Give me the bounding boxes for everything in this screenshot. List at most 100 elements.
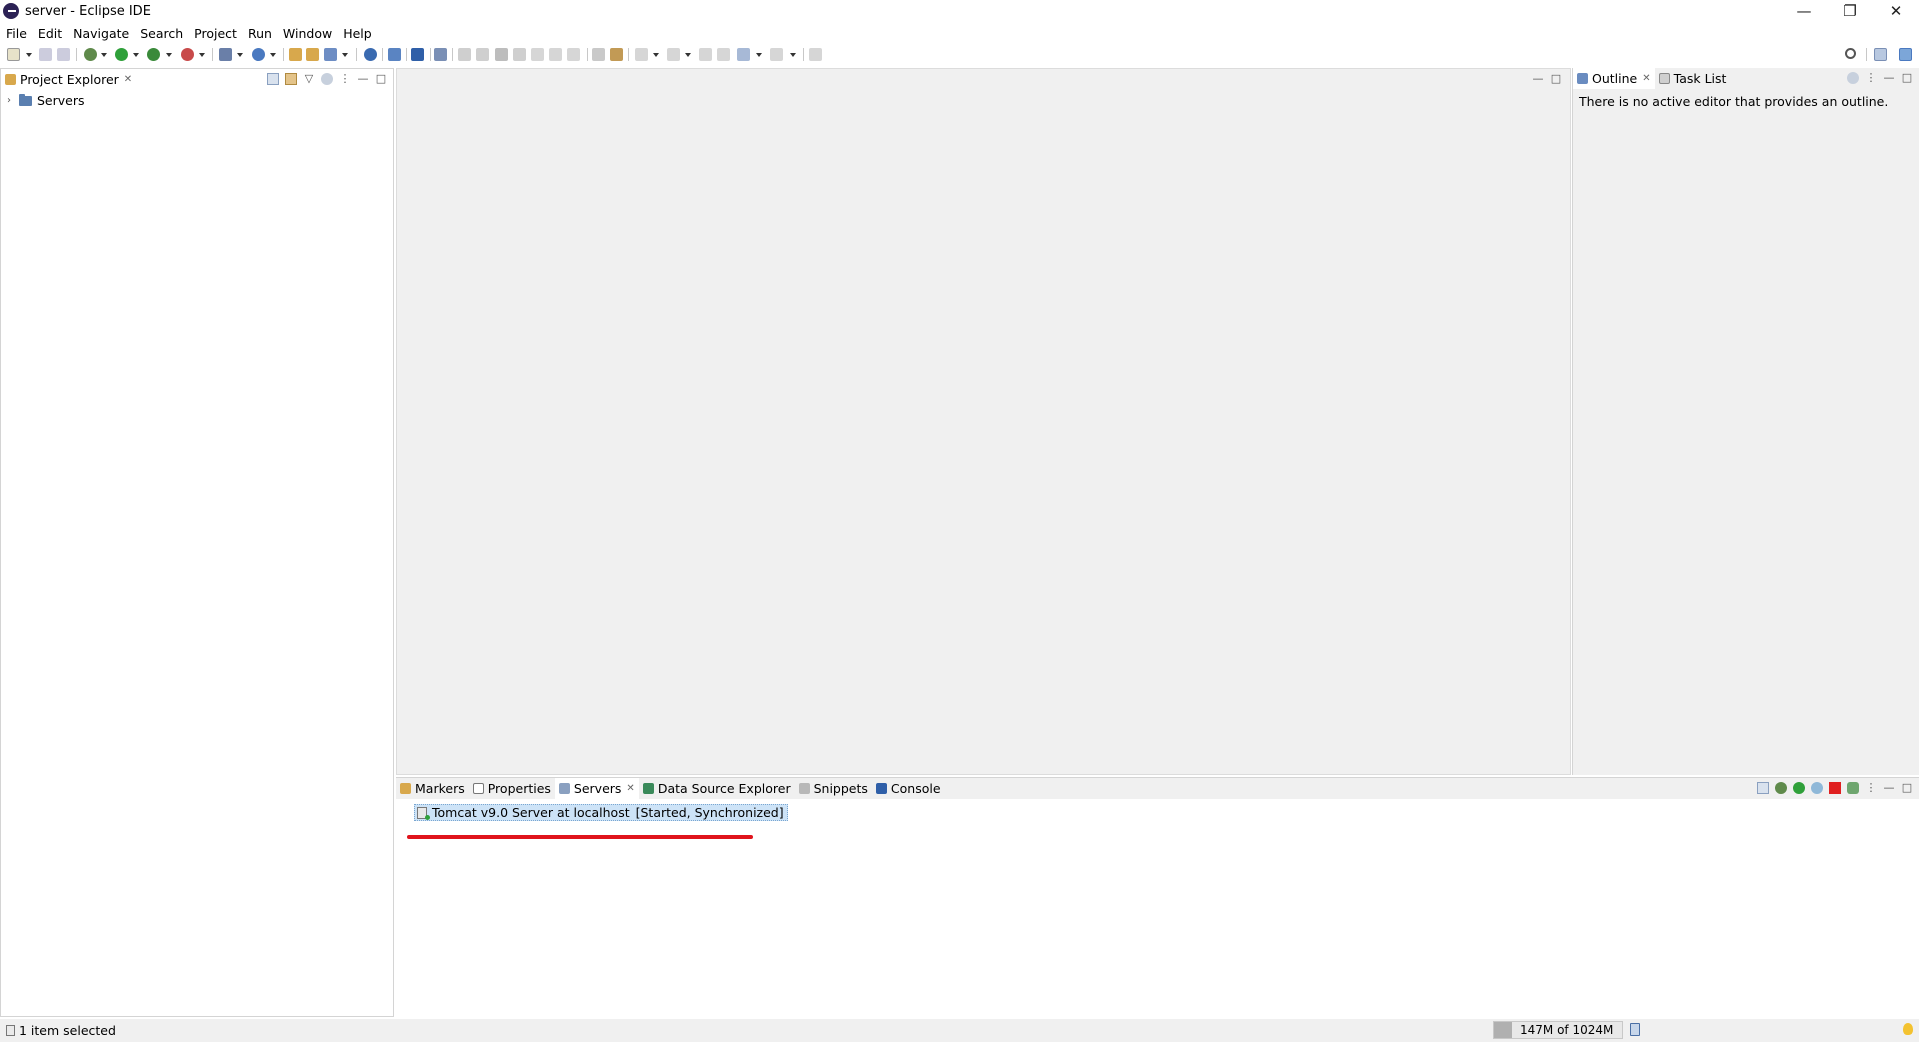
garbage-collect-icon[interactable] — [1630, 1023, 1640, 1036]
menu-run[interactable]: Run — [248, 26, 272, 41]
server-row-tomcat[interactable]: Tomcat v9.0 Server at localhost [Started… — [414, 804, 788, 821]
tab-task-list[interactable]: Task List — [1655, 68, 1731, 89]
suspend-icon[interactable] — [476, 48, 489, 61]
tab-markers[interactable]: Markers — [396, 778, 469, 799]
previous-annotation-dropdown-icon[interactable] — [685, 53, 691, 57]
disconnect-icon[interactable] — [513, 48, 526, 61]
external-tools-dropdown-icon[interactable] — [199, 53, 205, 57]
open-type-icon[interactable] — [289, 48, 302, 61]
new-dropdown-icon[interactable] — [26, 53, 32, 57]
menu-search[interactable]: Search — [140, 26, 183, 41]
step-into-icon[interactable] — [531, 48, 544, 61]
project-explorer-icon — [5, 74, 16, 85]
maximize-view-icon[interactable]: □ — [1901, 782, 1913, 794]
minimize-view-icon[interactable]: — — [357, 73, 369, 85]
collapse-all-icon[interactable] — [1757, 782, 1769, 794]
external-tools-icon[interactable] — [181, 48, 194, 61]
terminate-icon[interactable] — [495, 48, 508, 61]
toggle-mark-icon[interactable] — [610, 48, 623, 61]
next-annotation-dropdown-icon[interactable] — [653, 53, 659, 57]
menu-window[interactable]: Window — [283, 26, 332, 41]
view-menu-icon[interactable]: ⋮ — [339, 73, 351, 85]
link-with-editor-icon[interactable] — [285, 73, 297, 85]
forward-edit-icon[interactable] — [717, 48, 730, 61]
next-annotation-icon[interactable] — [635, 48, 648, 61]
minimize-button[interactable]: — — [1781, 0, 1827, 22]
tab-outline[interactable]: Outline ✕ — [1573, 68, 1655, 89]
tip-bulb-icon[interactable] — [1903, 1023, 1913, 1035]
view-menu-icon[interactable]: ⋮ — [1865, 72, 1877, 84]
start-server-icon[interactable] — [1793, 782, 1805, 794]
menu-file[interactable]: File — [6, 26, 27, 41]
coverage-dropdown-icon[interactable] — [166, 53, 172, 57]
pin-editor-icon[interactable] — [809, 48, 822, 61]
menu-edit[interactable]: Edit — [38, 26, 62, 41]
use-step-filters-icon[interactable] — [592, 48, 605, 61]
save-icon[interactable] — [39, 48, 52, 61]
collapse-all-icon[interactable] — [267, 73, 279, 85]
minimize-view-icon[interactable]: — — [1883, 782, 1895, 794]
filter-icon[interactable]: ▽ — [303, 73, 315, 85]
browser-icon[interactable] — [364, 48, 377, 61]
forward-dropdown-icon[interactable] — [790, 53, 796, 57]
maximize-editor-icon[interactable]: □ — [1550, 73, 1562, 85]
bottom-tabbar: Markers Properties Servers ✕ Data Source… — [396, 778, 1919, 799]
save-all-icon[interactable] — [57, 48, 70, 61]
tab-console[interactable]: Console — [872, 778, 945, 799]
menu-help[interactable]: Help — [343, 26, 372, 41]
menu-navigate[interactable]: Navigate — [73, 26, 129, 41]
new-icon[interactable] — [7, 48, 20, 61]
minimize-view-icon[interactable]: — — [1883, 72, 1895, 84]
last-edit-icon[interactable] — [699, 48, 712, 61]
close-tab-icon[interactable]: ✕ — [124, 74, 132, 85]
search-tool-icon[interactable] — [324, 48, 337, 61]
step-return-icon[interactable] — [567, 48, 580, 61]
new-web-icon[interactable] — [252, 48, 265, 61]
java-ee-perspective-icon[interactable] — [1899, 48, 1912, 61]
tab-snippets[interactable]: Snippets — [795, 778, 872, 799]
open-perspective-icon[interactable] — [1874, 48, 1887, 61]
console-icon[interactable] — [411, 48, 424, 61]
tab-servers[interactable]: Servers ✕ — [554, 778, 639, 799]
close-tab-icon[interactable]: ✕ — [626, 783, 634, 794]
heap-status[interactable]: 147M of 1024M — [1493, 1021, 1623, 1039]
maximize-view-icon[interactable]: □ — [375, 73, 387, 85]
back-dropdown-icon[interactable] — [756, 53, 762, 57]
focus-icon[interactable] — [1847, 72, 1859, 84]
search-dropdown-icon[interactable] — [342, 53, 348, 57]
open-resource-icon[interactable] — [306, 48, 319, 61]
tab-project-explorer[interactable]: Project Explorer ✕ — [1, 69, 136, 90]
new-web-dropdown-icon[interactable] — [270, 53, 276, 57]
tree-item-servers[interactable]: › Servers — [7, 93, 85, 108]
debug-dropdown-icon[interactable] — [101, 53, 107, 57]
previous-annotation-icon[interactable] — [667, 48, 680, 61]
tab-data-source-explorer[interactable]: Data Source Explorer — [639, 778, 795, 799]
resume-icon[interactable] — [458, 48, 471, 61]
close-tab-icon[interactable]: ✕ — [1642, 73, 1650, 84]
view-menu-icon[interactable]: ⋮ — [1865, 782, 1877, 794]
focus-icon[interactable] — [321, 73, 333, 85]
restore-button[interactable]: ❐ — [1827, 0, 1873, 22]
profile-server-icon[interactable] — [1811, 782, 1823, 794]
back-icon[interactable] — [737, 48, 750, 61]
stop-server-icon[interactable] — [1829, 782, 1841, 794]
sync-icon[interactable] — [388, 48, 401, 61]
run-dropdown-icon[interactable] — [133, 53, 139, 57]
run-icon[interactable] — [115, 48, 128, 61]
close-button[interactable]: ✕ — [1873, 0, 1919, 22]
step-over-icon[interactable] — [549, 48, 562, 61]
search-icon[interactable] — [1845, 48, 1856, 59]
tab-properties[interactable]: Properties — [469, 778, 555, 799]
debug-icon[interactable] — [84, 48, 97, 61]
forward-icon[interactable] — [770, 48, 783, 61]
minimize-editor-icon[interactable]: — — [1532, 73, 1544, 85]
expand-chevron-icon[interactable]: › — [7, 95, 19, 106]
maximize-view-icon[interactable]: □ — [1901, 72, 1913, 84]
debug-server-icon[interactable] — [1775, 782, 1787, 794]
publish-server-icon[interactable] — [1847, 782, 1859, 794]
coverage-icon[interactable] — [147, 48, 160, 61]
skip-breakpoints-icon[interactable] — [434, 48, 447, 61]
new-server-dropdown-icon[interactable] — [237, 53, 243, 57]
menu-project[interactable]: Project — [194, 26, 237, 41]
new-server-icon[interactable] — [219, 48, 232, 61]
